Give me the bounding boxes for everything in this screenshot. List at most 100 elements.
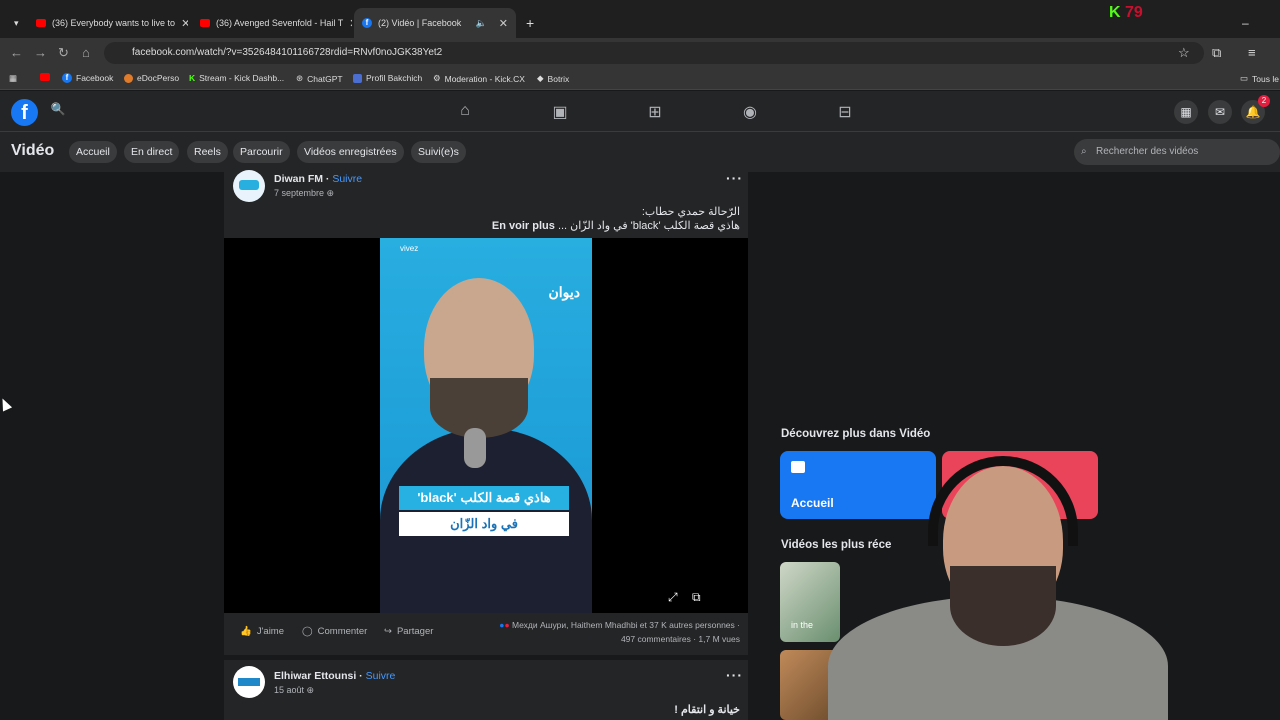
webcam-overlay (828, 426, 1168, 720)
more-options-icon[interactable]: ··· (726, 170, 743, 186)
home-nav-icon[interactable]: ⌂ (455, 102, 475, 122)
facebook-logo[interactable]: f (11, 99, 38, 126)
see-more-link[interactable]: En voir plus (492, 220, 555, 232)
streamer-beard (950, 566, 1056, 646)
bookmark-edocperso[interactable]: eDocPerso (124, 73, 179, 83)
author-name[interactable]: Elhiwar Ettounsi (274, 670, 356, 682)
video-search-input[interactable]: ⌕ Rechercher des vidéos (1074, 139, 1280, 165)
bookmark-label: Tous le (1252, 73, 1279, 84)
bookmark-botrix[interactable]: ◆ Botrix (537, 73, 569, 84)
date-text: 7 septembre (274, 188, 325, 198)
bookmark-folder[interactable]: ▭ Tous le (1240, 73, 1279, 84)
bookmark-chatgpt[interactable]: ⊛ ChatGPT (296, 73, 343, 84)
marketplace-nav-icon[interactable]: ⊞ (645, 102, 665, 122)
reactions-summary[interactable]: ●● Мехди Ашури, Haithem Mhadhbi et 37 K … (499, 620, 740, 630)
avatar[interactable] (233, 170, 265, 202)
date-text: 15 août (274, 685, 305, 695)
pip-icon[interactable]: ⧉ (692, 590, 701, 605)
comment-label: Commenter (317, 626, 368, 637)
tab-facebook[interactable]: f (2) Vidéo | Facebook 🔈 ✕ (354, 8, 516, 38)
tab-youtube-1[interactable]: (36) Everybody wants to live to ✕ (28, 10, 188, 36)
chip-parcourir[interactable]: Parcourir (233, 141, 290, 163)
youtube-icon (36, 19, 46, 27)
kick-overlay: K 79 (1109, 4, 1143, 22)
close-icon[interactable]: ✕ (499, 17, 508, 30)
video-player[interactable]: vivez ديوان هاذي قصة الكلب 'black' في وا… (224, 238, 748, 613)
menu-grid-icon[interactable]: ▦ (1174, 100, 1198, 124)
search-icon[interactable]: 🔍 (48, 102, 68, 122)
comments-count[interactable]: 497 commentaires (621, 634, 691, 644)
post-author[interactable]: Elhiwar Ettounsi · Suivre (274, 670, 395, 682)
post-date[interactable]: 15 août ⊕ (274, 685, 314, 696)
tab-youtube-2[interactable]: (36) Avenged Sevenfold - Hail T ✕ (192, 10, 352, 36)
youtube-icon (40, 73, 50, 81)
back-icon[interactable]: ← (10, 45, 23, 60)
vivez-logo: vivez (400, 244, 419, 253)
menu-icon[interactable]: ≡ (1248, 45, 1256, 60)
bookmark-moderation[interactable]: ⚙ Moderation - Kick.CX (433, 73, 525, 84)
microphone (464, 428, 486, 468)
caption-line2: في واد الزّان (399, 512, 569, 536)
like-label: J'aime (256, 626, 284, 637)
speaker-icon[interactable]: 🔈 (476, 18, 487, 29)
bookmark-label: Stream - Kick Dashb... (199, 73, 285, 83)
globe-icon: ⊕ (326, 188, 335, 198)
star-icon[interactable]: ☆ (1178, 45, 1190, 61)
bookmark-facebook[interactable]: f Facebook (62, 73, 113, 83)
avatar[interactable] (233, 666, 265, 698)
gear-icon: ⚙ (433, 73, 441, 83)
extensions-icon[interactable]: ⧉ (1212, 45, 1221, 61)
bookmark-bakchich[interactable]: Profil Bakchich (353, 73, 422, 83)
elhiwar-logo-icon (238, 678, 260, 686)
post-stats: 497 commentaires · 1,7 M vues (620, 634, 740, 644)
groups-nav-icon[interactable]: ◉ (740, 102, 760, 122)
chip-accueil[interactable]: Accueil (69, 141, 117, 163)
bookmarks-bar: ▦ f Facebook eDocPerso K Stream - Kick Das… (0, 68, 1280, 90)
gaming-nav-icon[interactable]: ⊟ (835, 102, 855, 122)
url-field[interactable]: facebook.com/watch/?v=3526484101166728rd… (104, 42, 1204, 64)
follow-button[interactable]: Suivre (366, 670, 396, 682)
new-tab-button[interactable]: + (518, 10, 542, 36)
tab-list-button[interactable]: ▾ (6, 10, 26, 36)
video-post: Diwan FM · Suivre 7 septembre ⊕ ··· الرّ… (224, 170, 748, 655)
video-icon (791, 461, 805, 473)
close-icon[interactable]: ✕ (181, 17, 188, 30)
bookmark-label: Profil Bakchich (366, 73, 423, 83)
share-button[interactable]: ↪ Partager (384, 626, 433, 637)
thumbs-up-icon: 👍 (240, 626, 252, 637)
chip-en-direct[interactable]: En direct (124, 141, 180, 163)
apps-icon[interactable]: ▦ (9, 73, 17, 84)
reload-icon[interactable]: ↻ (58, 45, 69, 61)
like-button[interactable]: 👍 J'aime (240, 626, 284, 637)
comment-button[interactable]: ◯ Commenter (302, 626, 367, 637)
chip-reels[interactable]: Reels (187, 141, 228, 163)
forward-icon[interactable]: → (34, 45, 47, 60)
kick-icon: K (1109, 4, 1121, 21)
bookmark-label: Moderation - Kick.CX (444, 73, 525, 84)
follow-button[interactable]: Suivre (332, 173, 362, 185)
fullscreen-icon[interactable]: ⤢ (668, 590, 678, 605)
share-icon: ↪ (384, 626, 392, 637)
post-author[interactable]: Diwan FM · Suivre (274, 173, 362, 185)
share-label: Partager (396, 626, 434, 637)
chip-videos-enregistrees[interactable]: Vidéos enregistrées (297, 141, 404, 163)
more-options-icon[interactable]: ··· (726, 667, 743, 683)
close-icon[interactable]: ✕ (349, 17, 352, 30)
messenger-icon[interactable]: ✉ (1208, 100, 1232, 124)
comment-icon: ◯ (302, 626, 313, 637)
bookmark-youtube[interactable] (40, 73, 50, 81)
globe-icon: ⊕ (306, 685, 315, 695)
author-name[interactable]: Diwan FM (274, 173, 323, 185)
facebook-icon: f (62, 73, 72, 83)
bookmark-kick[interactable]: K Stream - Kick Dashb... (189, 73, 284, 83)
post-text: خيانة و انتقام ! (674, 704, 740, 716)
bakchich-icon (353, 73, 362, 83)
page-title: Vidéo (11, 142, 55, 159)
video-nav-icon[interactable]: ▣ (550, 102, 570, 122)
post-date[interactable]: 7 septembre ⊕ (274, 188, 334, 199)
chip-suivis[interactable]: Suivi(e)s (411, 141, 466, 163)
bookmark-label: ChatGPT (307, 73, 343, 84)
minimize-button[interactable]: – (1234, 10, 1257, 36)
home-icon[interactable]: ⌂ (82, 45, 90, 60)
tab-title: (36) Everybody wants to live to (52, 18, 176, 28)
